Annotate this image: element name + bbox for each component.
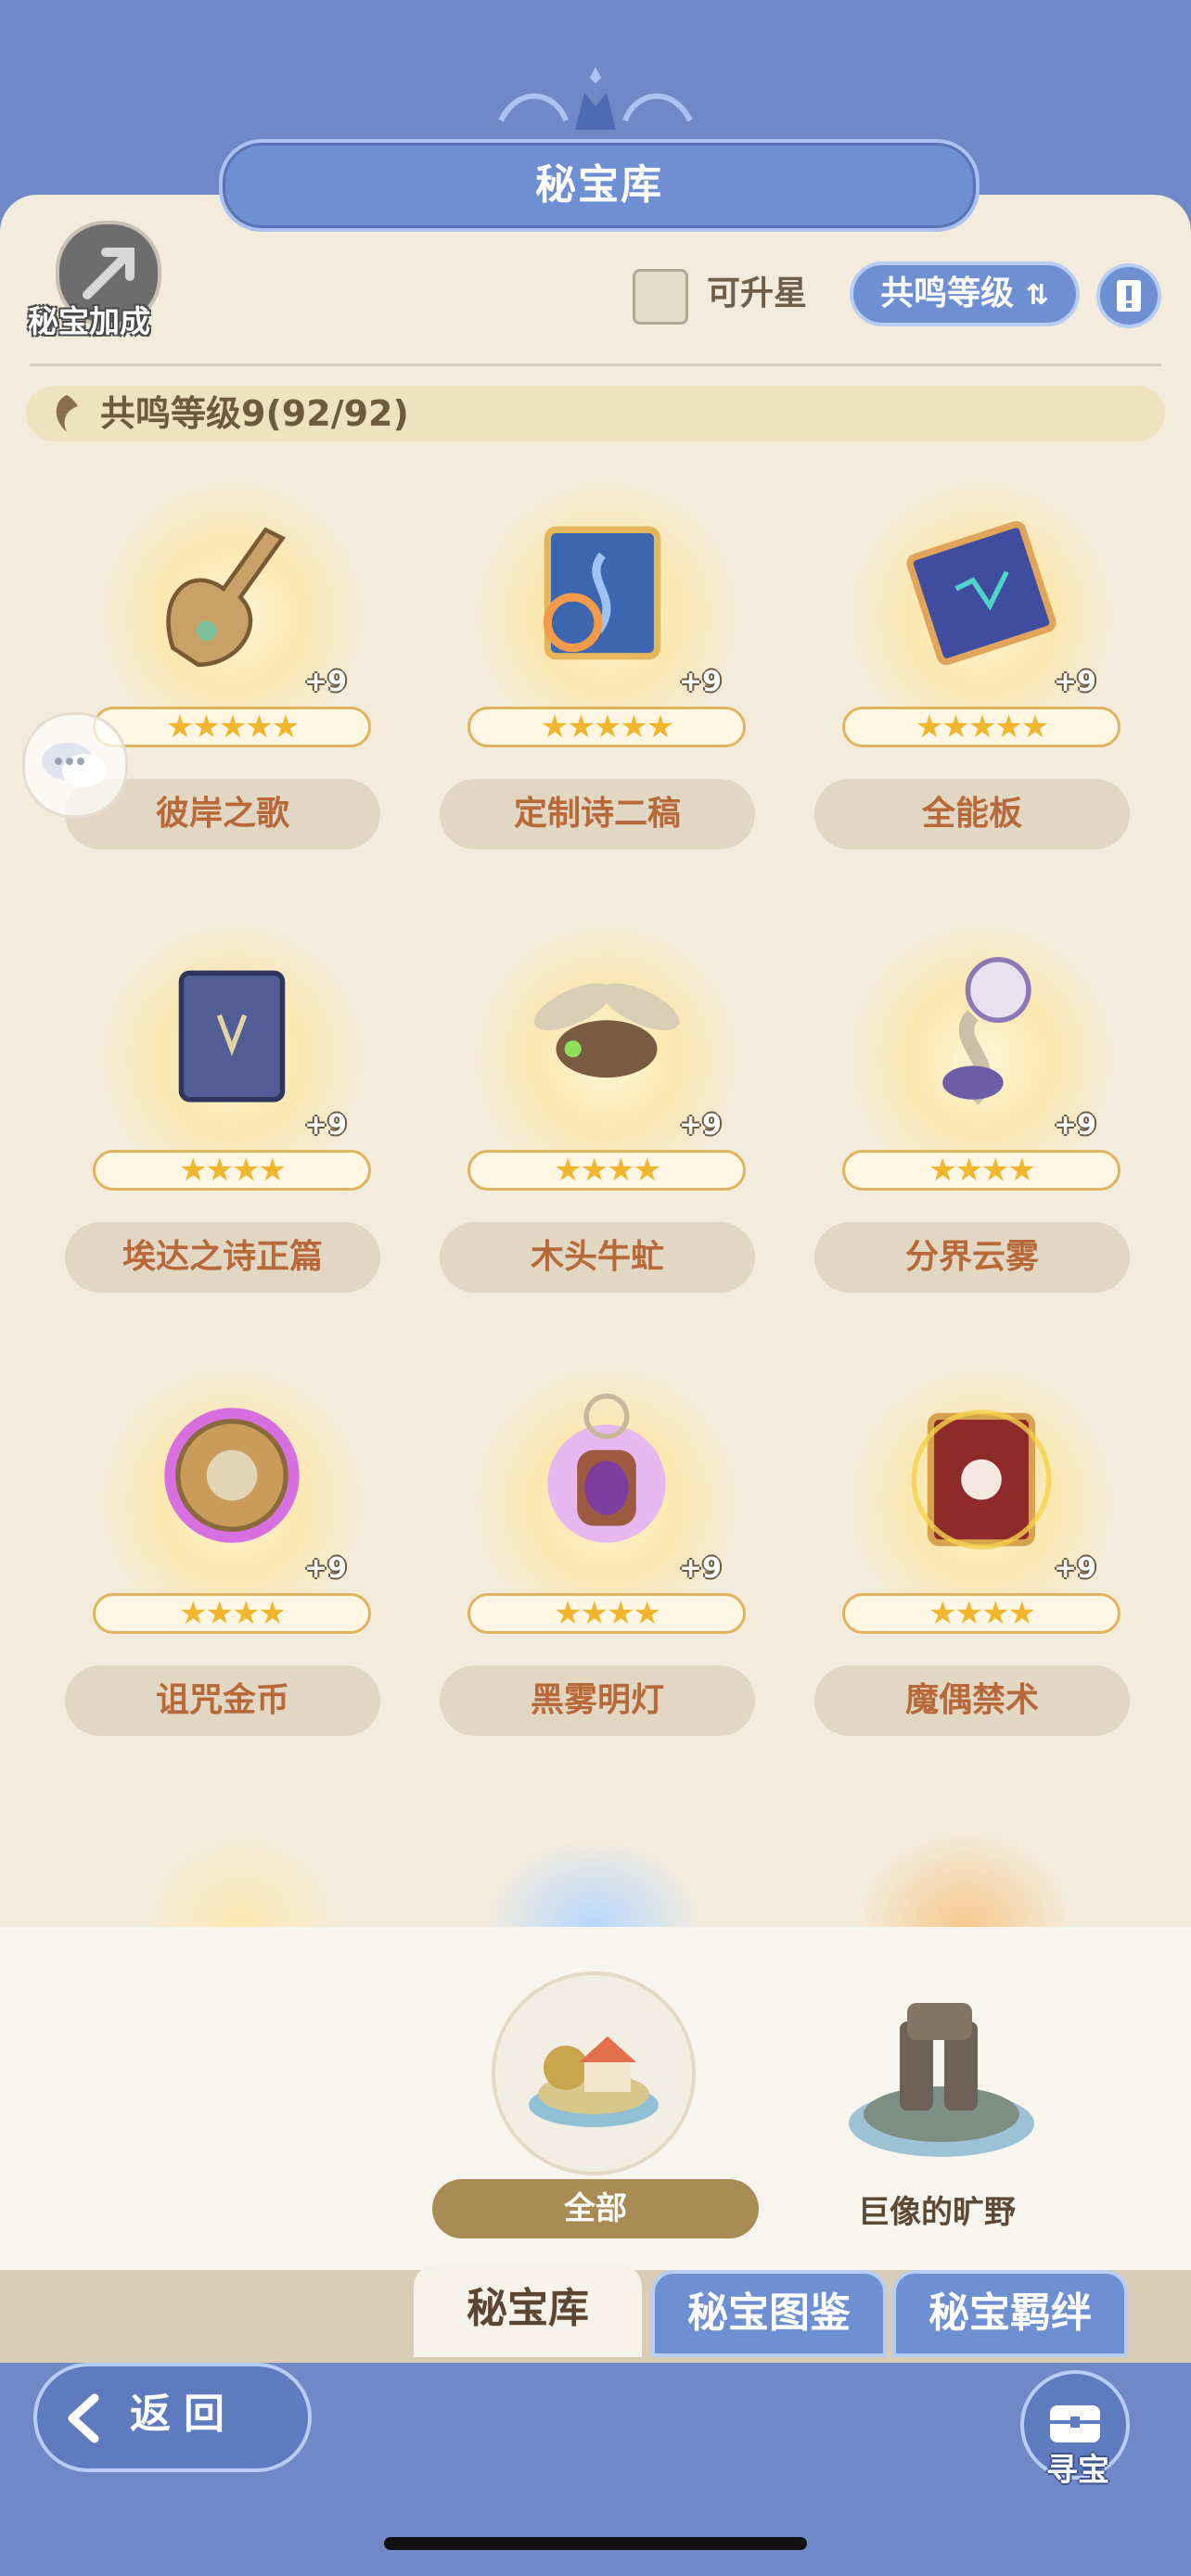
relic-level: +9 xyxy=(679,1552,723,1585)
relic-art-icon xyxy=(906,520,1057,666)
tab-bond[interactable]: 秘宝羁绊 xyxy=(892,2270,1128,2357)
relic-art-icon xyxy=(533,983,680,1078)
sort-arrows-icon: ⇅ xyxy=(1025,279,1049,312)
relic-name-pill: 分界云雾 xyxy=(814,1222,1130,1293)
relic-card-partial[interactable] xyxy=(139,1827,343,1927)
relic-star-plate: ★★★★ xyxy=(93,1150,371,1191)
relic-card-partial[interactable] xyxy=(853,1827,1076,1927)
sort-resonance-button[interactable]: 共鸣等级 ⇅ xyxy=(850,261,1080,326)
page-title: 秘宝库 xyxy=(535,161,663,209)
relic-level: +9 xyxy=(1054,666,1097,698)
divider xyxy=(30,363,1161,366)
relic-star-plate: ★★★★ xyxy=(93,1593,371,1634)
relic-name: 黑雾明灯 xyxy=(530,1681,664,1719)
relic-star-plate: ★★★★ xyxy=(467,1150,746,1191)
relic-level: +9 xyxy=(304,666,348,698)
back-label: 返回 xyxy=(130,2391,237,2438)
sort-label: 共鸣等级 xyxy=(880,274,1015,312)
relic-art-icon xyxy=(178,970,286,1103)
relic-level: +9 xyxy=(679,1109,723,1141)
relic-name: 定制诗二稿 xyxy=(513,795,681,833)
relic-level: +9 xyxy=(1054,1552,1097,1585)
title-plate: 秘宝库 xyxy=(219,139,980,232)
info-button[interactable] xyxy=(1096,263,1161,328)
region-all-button[interactable] xyxy=(492,1971,696,2175)
relic-art-icon xyxy=(543,526,661,660)
relic-art-icon xyxy=(166,527,286,668)
relic-card-partial[interactable] xyxy=(482,1836,705,1927)
region-colossus-label: 巨像的旷野 xyxy=(858,2194,1016,2231)
relic-card[interactable]: +9 ★★★★ 黑雾明灯 xyxy=(440,1350,774,1777)
relic-art-icon xyxy=(942,957,1031,1105)
relic-art-icon xyxy=(911,1409,1052,1549)
colossus-region-icon[interactable] xyxy=(835,1984,1048,2170)
region-all-label: 全部 xyxy=(564,2190,627,2227)
island-house-icon xyxy=(529,2036,659,2127)
relic-name: 木头牛虻 xyxy=(530,1238,664,1276)
resonance-icon xyxy=(56,395,78,432)
relic-name-pill: 魔偶禁术 xyxy=(814,1665,1130,1736)
book-icon xyxy=(1117,280,1141,312)
relic-stars: ★★★★ xyxy=(554,1595,661,1632)
relic-card[interactable]: +9 ★★★★ 分界云雾 xyxy=(814,907,1148,1333)
relic-art-icon xyxy=(164,1408,300,1543)
relic-name-pill: 全能板 xyxy=(814,779,1130,849)
relic-card[interactable]: +9 ★★★★★ 定制诗二稿 xyxy=(440,464,774,890)
upgradable-checkbox[interactable] xyxy=(633,269,688,325)
treasure-hunt-label: 寻宝 xyxy=(1046,2452,1109,2489)
relic-stars: ★★★★ xyxy=(928,1152,1036,1189)
relic-card[interactable]: +9 ★★★★★ 全能板 xyxy=(814,464,1148,890)
relic-level: +9 xyxy=(1054,1109,1097,1141)
relic-star-plate: ★★★★ xyxy=(842,1593,1121,1634)
chat-button[interactable] xyxy=(22,712,128,818)
relic-name: 分界云雾 xyxy=(904,1238,1039,1276)
relic-star-plate: ★★★★ xyxy=(842,1150,1121,1191)
relic-name: 全能板 xyxy=(921,795,1022,833)
home-indicator xyxy=(384,2537,807,2550)
relic-art-icon xyxy=(547,1393,666,1543)
relic-bonus-label: 秘宝加成 xyxy=(28,303,150,339)
relic-name-pill: 木头牛虻 xyxy=(440,1222,755,1293)
relic-stars: ★★★★★ xyxy=(915,708,1049,746)
relic-name: 埃达之诗正篇 xyxy=(122,1238,323,1276)
relic-name-pill: 黑雾明灯 xyxy=(440,1665,755,1736)
resonance-level-text: 共鸣等级9(92/92) xyxy=(100,393,409,434)
relic-name: 诅咒金币 xyxy=(155,1681,289,1719)
relic-star-plate: ★★★★ xyxy=(467,1593,746,1634)
relic-stars: ★★★★ xyxy=(928,1595,1036,1632)
tab-vault[interactable]: 秘宝库 xyxy=(414,2264,642,2357)
relic-stars: ★★★★ xyxy=(554,1152,661,1189)
relic-level: +9 xyxy=(304,1109,348,1141)
chevron-left-icon xyxy=(68,2393,99,2443)
relic-name-pill: 埃达之诗正篇 xyxy=(65,1222,380,1293)
chat-icon xyxy=(42,743,107,787)
relic-level: +9 xyxy=(679,666,723,698)
tab-codex[interactable]: 秘宝图鉴 xyxy=(651,2270,887,2357)
upgradable-label: 可升星 xyxy=(707,274,808,312)
relic-card[interactable]: +9 ★★★★ 埃达之诗正篇 xyxy=(65,907,399,1333)
relic-card[interactable]: +9 ★★★★ 魔偶禁术 xyxy=(814,1350,1148,1777)
relic-star-plate: ★★★★★ xyxy=(467,707,746,747)
relic-stars: ★★★★ xyxy=(179,1152,287,1189)
relic-star-plate: ★★★★★ xyxy=(842,707,1121,747)
relic-stars: ★★★★★ xyxy=(165,708,300,746)
relic-card[interactable]: +9 ★★★★★ 彼岸之歌 xyxy=(65,464,399,890)
relic-name-pill: 定制诗二稿 xyxy=(440,779,755,849)
relic-stars: ★★★★★ xyxy=(540,708,674,746)
crest-ornament-icon xyxy=(498,67,693,130)
relic-star-plate: ★★★★★ xyxy=(93,707,371,747)
relic-stars: ★★★★ xyxy=(179,1595,287,1632)
relic-card[interactable]: +9 ★★★★ 诅咒金币 xyxy=(65,1350,399,1777)
relic-card[interactable]: +9 ★★★★ 木头牛虻 xyxy=(440,907,774,1333)
relic-name-pill: 诅咒金币 xyxy=(65,1665,380,1736)
relic-level: +9 xyxy=(304,1552,348,1585)
relic-name: 魔偶禁术 xyxy=(904,1681,1039,1719)
